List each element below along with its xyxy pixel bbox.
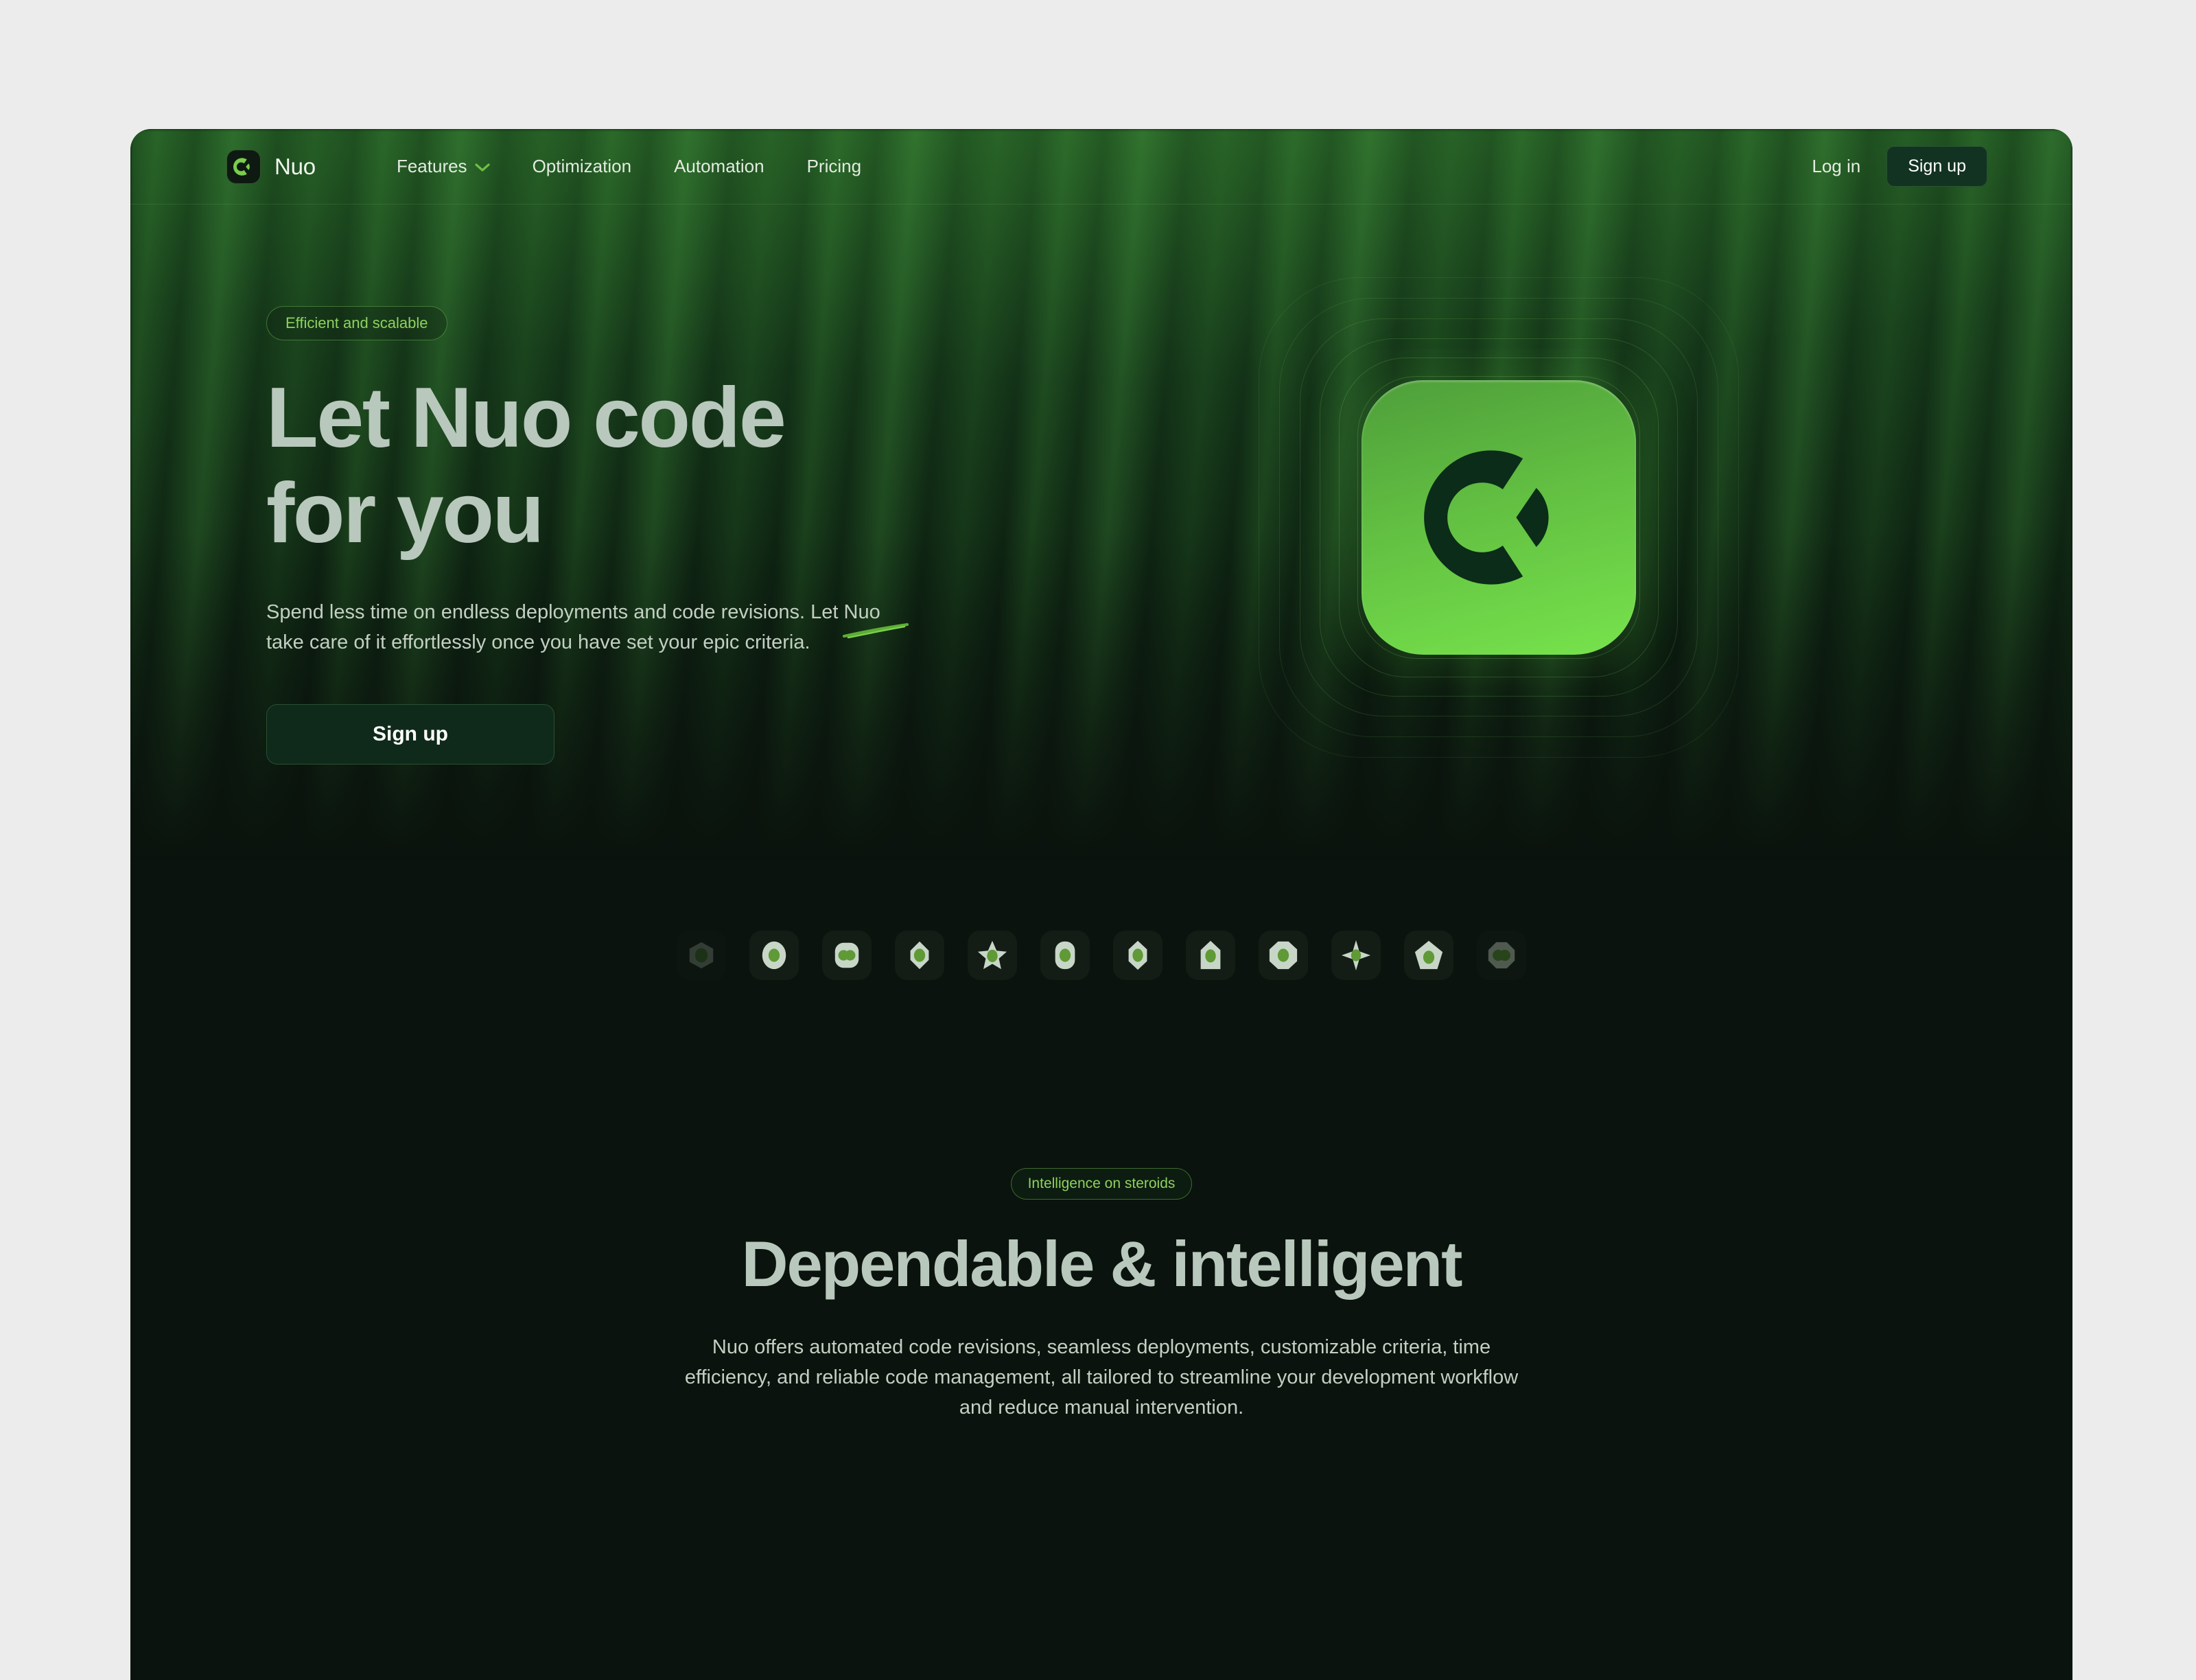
nav-actions: Log in Sign up: [1812, 146, 1987, 187]
logo-chip-diamond[interactable]: [1113, 930, 1163, 980]
underline-swoosh-icon: [842, 622, 909, 638]
bean-logo-icon: [1488, 942, 1515, 969]
ellipse-logo-icon: [762, 941, 786, 970]
nav-item-features[interactable]: Features: [397, 156, 490, 177]
nav-item-optimization[interactable]: Optimization: [533, 156, 632, 177]
logo-chip-shield[interactable]: [1186, 930, 1235, 980]
logo-chip-hexagon[interactable]: [677, 931, 726, 980]
octagon-logo-icon: [1269, 941, 1298, 970]
nuo-app-icon: [1362, 380, 1636, 655]
rounded-square-logo-icon: [834, 942, 859, 968]
concentric-rings: [1259, 277, 1739, 758]
features-intro-section: Intelligence on steroids Dependable & in…: [130, 1167, 2072, 1423]
nav-item-pricing[interactable]: Pricing: [807, 156, 861, 177]
section2-body: Nuo offers automated code revisions, sea…: [684, 1336, 1519, 1419]
logo-chip-star-alt[interactable]: [1331, 930, 1381, 980]
logo-chip-leaf[interactable]: [895, 930, 944, 980]
hero-content: Efficient and scalable Let Nuo code for …: [266, 270, 1021, 765]
section2-title: Dependable & intelligent: [741, 1227, 1463, 1300]
main-navbar: Nuo Features Optimization Automation Pri…: [130, 129, 2072, 205]
hero-title-line-2: for you: [266, 465, 544, 561]
capsule-logo-icon: [1055, 941, 1075, 970]
logo-chip-pentagon[interactable]: [1404, 930, 1453, 980]
site-card: Nuo Features Optimization Automation Pri…: [130, 129, 2072, 1680]
star-alt-logo-icon: [1341, 940, 1371, 970]
brand-logo[interactable]: Nuo: [226, 149, 316, 184]
logo-chip-capsule[interactable]: [1040, 930, 1090, 980]
nav-links: Features Optimization Automation Pricing: [397, 156, 861, 177]
hero-subtitle: Spend less time on endless deployments a…: [266, 597, 909, 657]
signup-button-nav[interactable]: Sign up: [1887, 146, 1987, 187]
hero-badge: Efficient and scalable: [266, 306, 447, 340]
nav-item-label: Pricing: [806, 156, 862, 176]
hero-subtitle-part-2: take care of it effortlessly once you ha…: [266, 631, 810, 653]
hero-subtitle-highlight-wrap: Nuo: [842, 597, 909, 638]
logo-chip-bean[interactable]: [1477, 931, 1526, 980]
hero-subtitle-part-1: Spend less time on endless deployments a…: [266, 600, 844, 623]
hero-title-line-1: Let Nuo code: [266, 371, 786, 465]
nav-item-label: Features: [396, 156, 467, 176]
star-logo-icon: [977, 940, 1007, 970]
signup-button-hero[interactable]: Sign up: [266, 703, 554, 765]
nav-item-automation[interactable]: Automation: [674, 156, 764, 177]
hero-title: Let Nuo code for you: [266, 371, 1021, 561]
hero-artwork: [1021, 270, 1976, 765]
nuo-logo-icon: [226, 149, 261, 184]
hero-subtitle-highlight: Nuo: [843, 600, 880, 623]
nav-item-label: Automation: [674, 156, 764, 176]
logo-chip-ellipse[interactable]: [749, 930, 799, 980]
partner-logo-strip: [130, 914, 2072, 996]
diamond-logo-icon: [1128, 940, 1147, 970]
hexagon-logo-icon: [689, 942, 714, 969]
pentagon-logo-icon: [1414, 940, 1443, 970]
hero-section: Efficient and scalable Let Nuo code for …: [130, 205, 2072, 765]
login-link[interactable]: Log in: [1812, 156, 1860, 177]
logo-chip-octagon[interactable]: [1259, 930, 1308, 980]
leaf-logo-icon: [910, 941, 929, 970]
section2-badge: Intelligence on steroids: [1010, 1167, 1193, 1200]
shield-logo-icon: [1200, 940, 1221, 970]
logo-chip-rounded-square[interactable]: [822, 930, 872, 980]
brand-name: Nuo: [274, 153, 316, 179]
nav-item-label: Optimization: [532, 156, 632, 176]
logo-chip-star[interactable]: [968, 930, 1017, 980]
chevron-down-icon: [474, 156, 490, 177]
